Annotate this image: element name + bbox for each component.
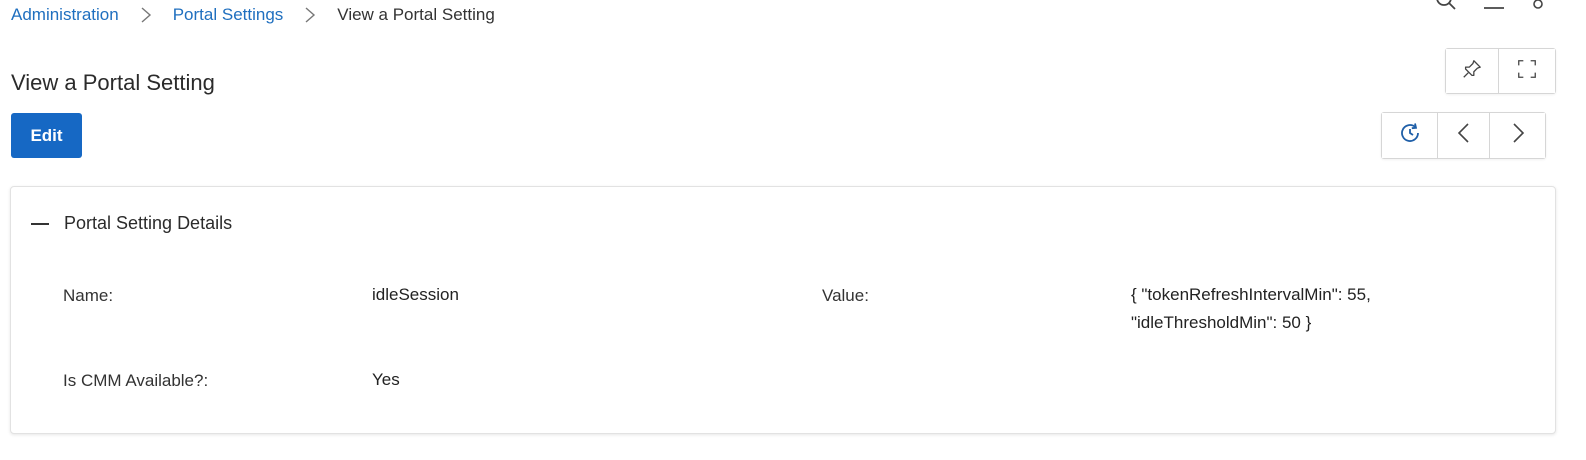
breadcrumb-current: View a Portal Setting bbox=[337, 5, 495, 24]
cmm-available-value: Yes bbox=[372, 370, 400, 389]
previous-button[interactable] bbox=[1437, 113, 1489, 158]
chevron-left-icon bbox=[1455, 121, 1473, 150]
name-value: idleSession bbox=[372, 285, 459, 304]
page: Administration Portal Settings View a Po… bbox=[0, 0, 1586, 460]
next-button[interactable] bbox=[1489, 113, 1545, 158]
panel-header[interactable]: Portal Setting Details bbox=[31, 213, 232, 234]
menu-icon[interactable] bbox=[1482, 0, 1506, 17]
cmm-available-label: Is CMM Available?: bbox=[63, 371, 209, 390]
name-label: Name: bbox=[63, 286, 114, 305]
top-toolbar bbox=[1434, 0, 1546, 17]
value-value: { "tokenRefreshIntervalMin": 55, "idleTh… bbox=[1131, 281, 1371, 337]
edit-button[interactable]: Edit bbox=[11, 113, 82, 158]
breadcrumb: Administration Portal Settings View a Po… bbox=[11, 4, 495, 26]
chevron-right-icon bbox=[302, 4, 318, 26]
history-icon bbox=[1398, 121, 1422, 150]
breadcrumb-administration[interactable]: Administration bbox=[11, 4, 119, 26]
search-icon[interactable] bbox=[1434, 0, 1458, 17]
value-label: Value: bbox=[822, 286, 869, 305]
value-line: { "tokenRefreshIntervalMin": 55, bbox=[1131, 285, 1371, 304]
record-navigation bbox=[1381, 112, 1546, 159]
history-button[interactable] bbox=[1382, 113, 1437, 158]
chevron-right-icon bbox=[1509, 121, 1527, 150]
chevron-right-icon bbox=[138, 4, 154, 26]
breadcrumb-portal-settings[interactable]: Portal Settings bbox=[173, 4, 284, 26]
pin-button[interactable] bbox=[1446, 49, 1498, 93]
fullscreen-button[interactable] bbox=[1498, 49, 1555, 93]
portal-setting-details-panel: Portal Setting Details Name: idleSession… bbox=[10, 186, 1556, 434]
user-icon[interactable] bbox=[1530, 0, 1546, 17]
view-actions bbox=[1445, 48, 1556, 94]
fullscreen-icon bbox=[1516, 58, 1538, 85]
page-title: View a Portal Setting bbox=[11, 69, 215, 95]
pin-icon bbox=[1461, 58, 1483, 85]
value-line: "idleThresholdMin": 50 } bbox=[1131, 313, 1312, 332]
collapse-icon[interactable] bbox=[31, 222, 49, 225]
panel-title: Portal Setting Details bbox=[64, 213, 233, 233]
